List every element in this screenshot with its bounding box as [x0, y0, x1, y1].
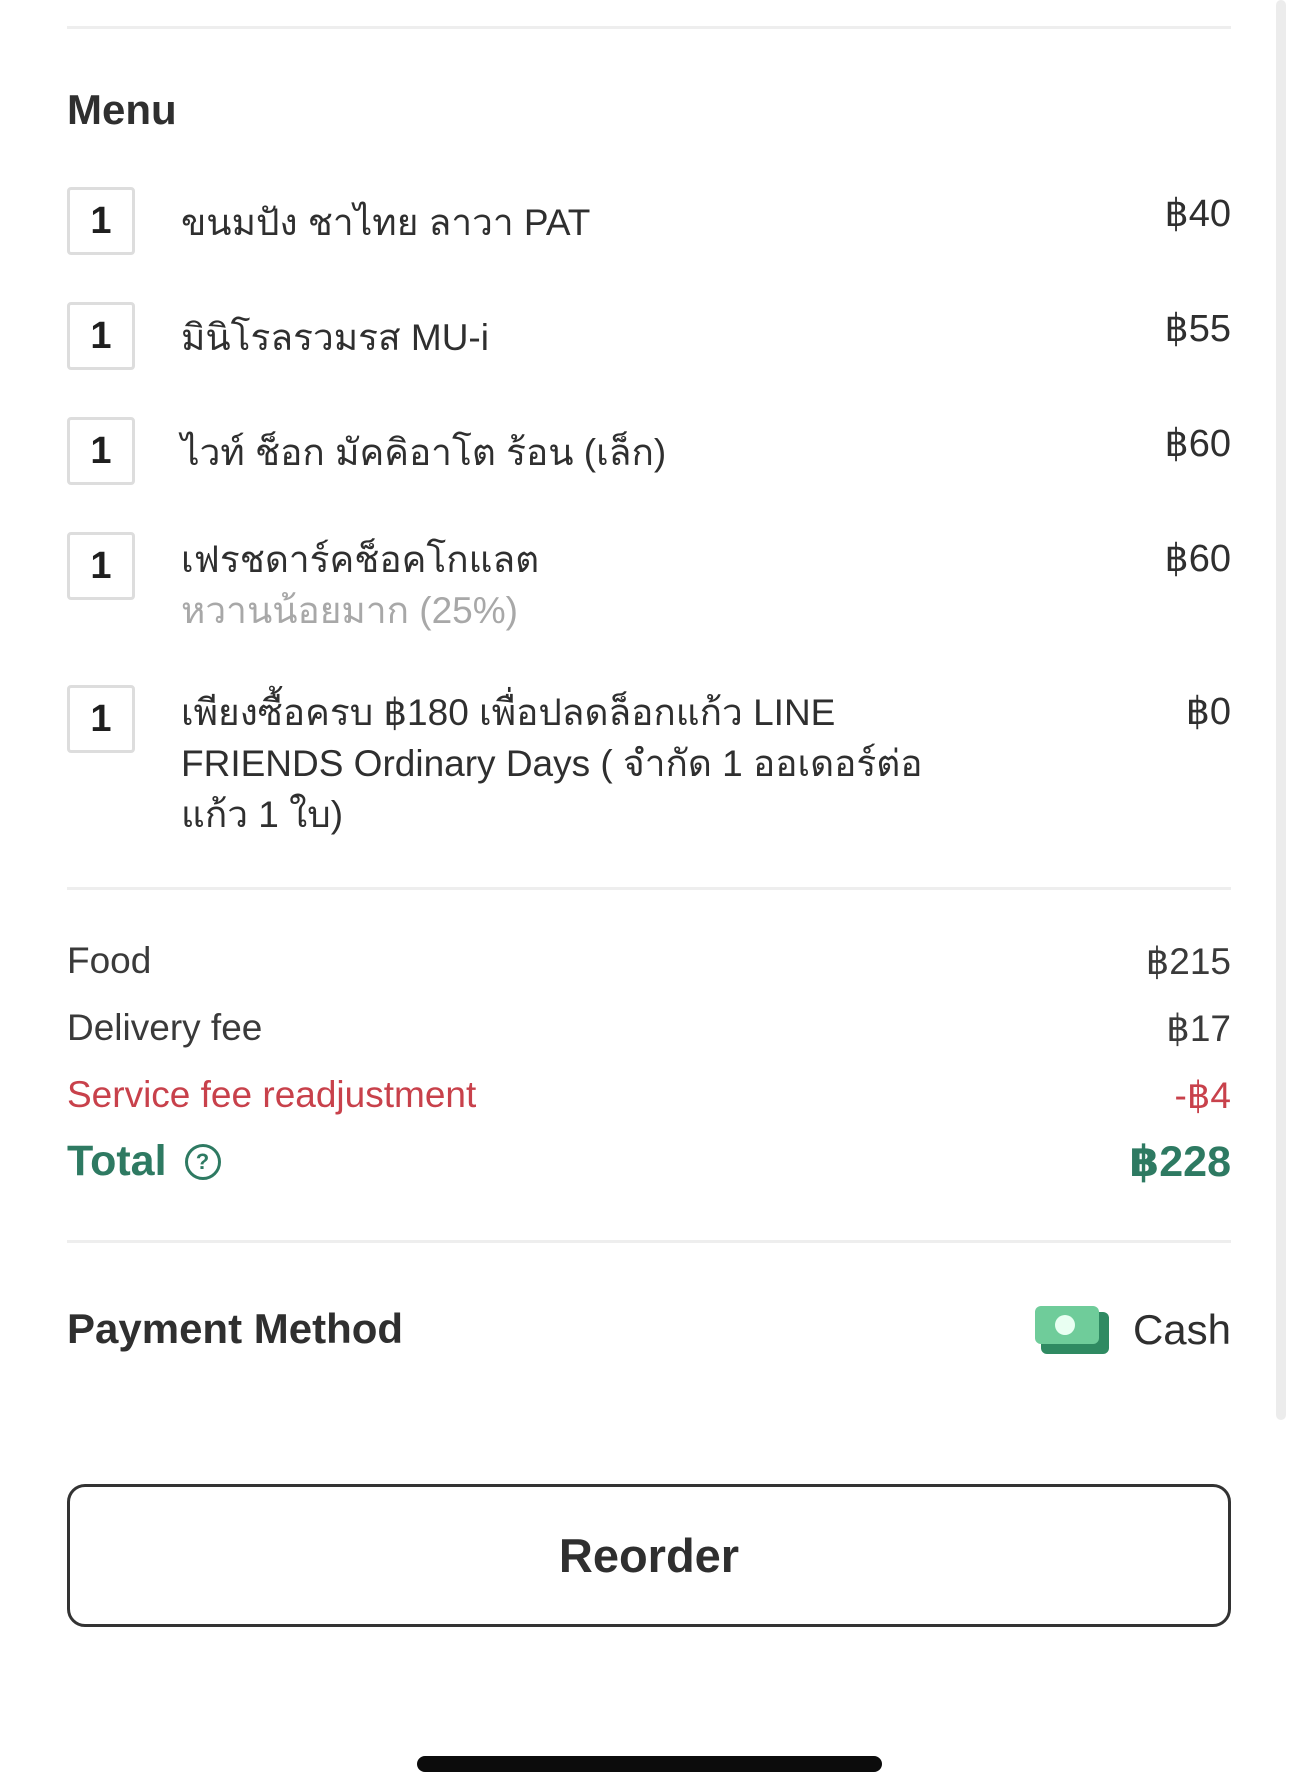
service-fee-adjust-label: Service fee readjustment [67, 1074, 477, 1115]
scrollbar[interactable] [1276, 0, 1286, 1420]
item-name: ไวท์ ช็อก มัคคิอาโต ร้อน (เล็ก) [181, 432, 667, 473]
delivery-fee-row: Delivery fee ฿17 [67, 1007, 1231, 1057]
item-price: ฿0 [1185, 691, 1231, 733]
item-price: ฿55 [1164, 308, 1231, 350]
item-option: หวานน้อยมาก (25%) [181, 590, 518, 631]
reorder-button[interactable]: Reorder [67, 1484, 1231, 1627]
item-name: เฟรชดาร์คช็อคโกแลต หวานน้อยมาก (25%) [181, 534, 981, 636]
item-name-text: เฟรชดาร์คช็อคโกแลต [181, 539, 540, 580]
food-label: Food [67, 940, 152, 981]
menu-title: Menu [67, 86, 177, 133]
service-fee-adjust-row: Service fee readjustment -฿4 [67, 1074, 1231, 1124]
item-price: ฿60 [1164, 423, 1231, 465]
total-label: Total [67, 1137, 167, 1185]
quantity-badge: 1 [67, 417, 135, 485]
quantity-badge: 1 [67, 532, 135, 600]
delivery-fee-value: ฿17 [1166, 1008, 1231, 1049]
top-divider [67, 26, 1231, 29]
total-label-group: Total? [67, 1137, 221, 1186]
payment-method-text: Cash [1132, 1306, 1231, 1353]
item-name: ขนมปัง ชาไทย ลาวา PAT [181, 202, 591, 243]
quantity-badge: 1 [67, 302, 135, 370]
item-name: มินิโรลรวมรส MU-i [181, 317, 489, 358]
summary-divider [67, 1240, 1231, 1243]
service-fee-adjust-value: -฿4 [1174, 1075, 1231, 1116]
menu-divider [67, 887, 1231, 890]
quantity-badge: 1 [67, 187, 135, 255]
item-name: เพียงซื้อครบ ฿180 เพื่อปลดล็อกแก้ว LINE … [181, 692, 923, 835]
payment-method-value: Cash [1034, 1300, 1231, 1360]
payment-method-label: Payment Method [67, 1305, 404, 1352]
help-icon[interactable]: ? [184, 1144, 221, 1180]
food-row: Food ฿215 [67, 940, 1231, 990]
total-row: Total? ฿228 [67, 1137, 1231, 1187]
delivery-fee-label: Delivery fee [67, 1007, 263, 1048]
total-value: ฿228 [1129, 1138, 1231, 1186]
food-value: ฿215 [1145, 941, 1231, 982]
home-indicator [417, 1756, 882, 1772]
item-price: ฿40 [1164, 193, 1231, 235]
cash-icon [1034, 1306, 1109, 1354]
quantity-badge: 1 [67, 685, 135, 753]
item-price: ฿60 [1164, 538, 1231, 580]
